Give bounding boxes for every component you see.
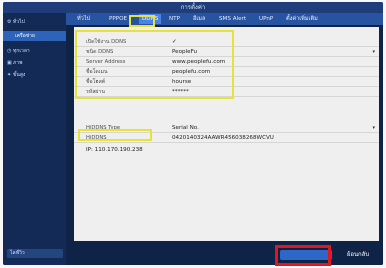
sidebar-item-label: ภาพ <box>13 60 23 66</box>
photo-background: การตั้งค่า ⚙ ทั่วไป เครือข่าย ◷ ทุกเวลา ▣ภ… <box>0 0 386 268</box>
live-view-button[interactable]: ไลฟ์วิว <box>7 249 63 258</box>
sidebar-item-network[interactable]: เครือข่าย <box>3 31 66 41</box>
tab-bar: ทั่วไป PPPOE DDNS NTP อีเมล SMS Alert UP… <box>66 13 383 25</box>
ip-address-text: IP: 110.170.190.238 <box>86 147 143 153</box>
sidebar: ⚙ ทั่วไป เครือข่าย ◷ ทุกเวลา ▣ภาพ ✦ ขั้นสูง… <box>3 13 66 265</box>
back-button[interactable]: ย้อนกลับ <box>338 250 378 260</box>
sidebar-item-advanced[interactable]: ✦ ขั้นสูง <box>7 70 25 80</box>
sidebar-item-general[interactable]: ⚙ ทั่วไป <box>7 17 25 27</box>
sidebar-item-time[interactable]: ◷ ทุกเวลา <box>7 46 30 56</box>
ddns-fields-highlight <box>75 30 234 99</box>
live-view-label: ไลฟ์วิว <box>10 250 25 256</box>
sidebar-item-label: ขั้นสูง <box>13 72 26 78</box>
tab-pppoe[interactable]: PPPOE <box>109 14 127 24</box>
window-title: การตั้งค่า <box>180 4 206 11</box>
hiddns-type-select[interactable]: Serial No. <box>172 123 199 133</box>
footer-bar: ย้อนกลับ <box>66 244 383 265</box>
sidebar-item-label: ทุกเวลา <box>13 48 30 54</box>
hiddns-serial-field[interactable]: 0420140324AAWR456038268WCVU <box>172 133 274 143</box>
tab-more-settings[interactable]: ตั้งค่าเพิ่มเติม <box>286 14 318 24</box>
apply-button-highlight <box>275 245 331 266</box>
sidebar-item-label: ทั่วไป <box>13 19 25 25</box>
sidebar-item-image[interactable]: ▣ภาพ <box>7 58 22 68</box>
chevron-down-icon[interactable]: ▾ <box>372 123 375 133</box>
sidebar-item-label: เครือข่าย <box>15 33 35 39</box>
title-bar: การตั้งค่า <box>3 2 383 13</box>
tab-upnp[interactable]: UPnP <box>259 14 273 24</box>
ip-highlight <box>78 129 152 141</box>
tab-email[interactable]: อีเมล <box>193 14 205 24</box>
tab-general[interactable]: ทั่วไป <box>77 14 90 24</box>
tab-sms-alert[interactable]: SMS Alert <box>219 14 246 24</box>
chevron-down-icon[interactable]: ▾ <box>372 47 375 57</box>
ddns-tab-highlight <box>129 15 155 27</box>
tab-ntp[interactable]: NTP <box>169 14 180 24</box>
